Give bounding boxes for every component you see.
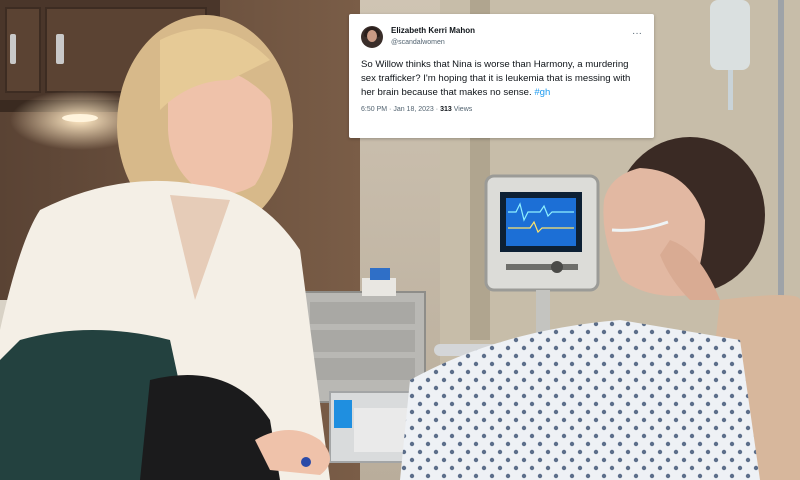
display-name[interactable]: Elizabeth Kerri Mahon [391,26,475,36]
views-count: 313 [440,106,452,113]
tweet-date[interactable]: Jan 18, 2023 [393,106,433,113]
iv-pole [778,0,784,330]
tweet-card[interactable]: Elizabeth Kerri Mahon @scandalwomen ··· … [349,14,654,138]
more-horizontal-icon[interactable]: ··· [632,29,642,45]
views-label: Views [453,106,473,113]
tweet-body: So Willow thinks that Nina is worse than… [361,59,631,98]
tweet-meta: 6:50 PM · Jan 18, 2023 · 313 Views [361,106,642,113]
cabinet-handle [56,34,64,64]
monitor-screen [506,198,576,246]
tweet-text: So Willow thinks that Nina is worse than… [361,58,644,100]
ring [301,457,311,467]
hashtag-link[interactable]: #gh [534,87,550,98]
iv-bag [710,0,750,70]
tweet-header: Elizabeth Kerri Mahon @scandalwomen ··· [361,25,642,49]
avatar[interactable] [361,26,383,48]
author-names: Elizabeth Kerri Mahon @scandalwomen [391,26,475,48]
meta-separator: · [389,106,392,113]
supply-box [362,278,396,296]
user-handle[interactable]: @scandalwomen [391,38,475,48]
meta-separator: · [435,106,439,113]
tweet-time[interactable]: 6:50 PM [361,106,387,113]
